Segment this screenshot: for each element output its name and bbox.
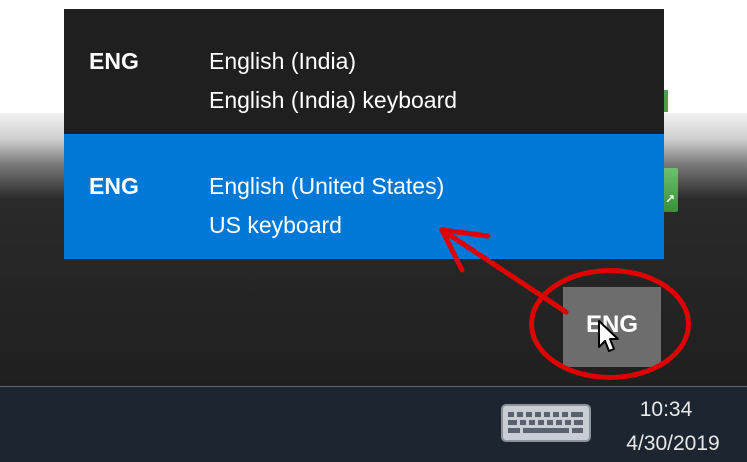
taskbar-clock-time[interactable]: 10:34 [618, 398, 714, 422]
taskbar-clock-date[interactable]: 4/30/2019 [618, 432, 728, 456]
touch-keyboard-icon[interactable] [501, 404, 591, 442]
annotation-arrow [439, 227, 569, 315]
